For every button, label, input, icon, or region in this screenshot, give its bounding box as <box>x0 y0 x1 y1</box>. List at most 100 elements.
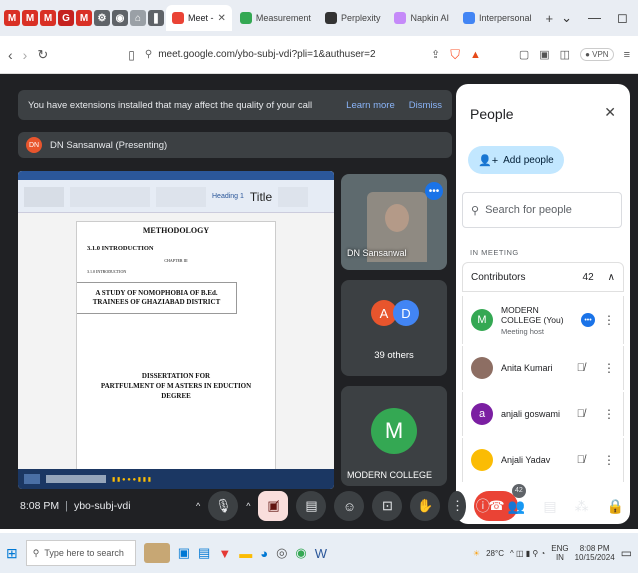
task-view-icon[interactable]: ▣ <box>178 545 190 561</box>
person-name: anjali goswami <box>501 409 561 419</box>
extensions-icon[interactable]: ▣ <box>539 48 549 61</box>
learn-more-link[interactable]: Learn more <box>346 100 395 111</box>
video-tile-dn[interactable]: ••• DN Sansanwal <box>341 174 447 270</box>
address-bar: ‹ › ↻ ▯ ⚲ meet.google.com/ybo-subj-vdi?p… <box>0 36 638 74</box>
word-icon[interactable]: W <box>315 546 327 561</box>
gmail-tab-icon[interactable]: M <box>4 10 20 26</box>
tab-napkin[interactable]: Napkin AI <box>388 5 455 31</box>
camera-options-icon[interactable]: ^ <box>246 501 250 511</box>
tab-icon[interactable]: ⌂ <box>130 10 146 26</box>
mic-off-icon: 🎙̸ <box>576 408 585 420</box>
raise-hand-button[interactable]: ✋ <box>410 491 441 521</box>
tab-icon[interactable]: ⚙ <box>94 10 110 26</box>
camera-button[interactable]: ▣̸ <box>258 491 289 521</box>
forward-icon[interactable]: › <box>23 47 28 63</box>
clock[interactable]: 8:08 PM 10/15/2024 <box>575 544 615 562</box>
doc-dissertation: DISSERTATION FOR <box>141 372 211 380</box>
back-icon[interactable]: ‹ <box>8 47 13 63</box>
new-tab-button[interactable]: + <box>540 5 560 31</box>
ribbon-font-group <box>70 186 150 207</box>
ribbon-paragraph-group <box>156 186 206 207</box>
more-options-button[interactable]: ⋮ <box>448 491 467 521</box>
gmail-tab-icon[interactable]: M <box>76 10 92 26</box>
minimize-icon[interactable]: — <box>588 10 601 26</box>
vpn-button[interactable]: ● VPN <box>580 48 614 61</box>
language-indicator[interactable]: ENG IN <box>551 544 568 562</box>
list-item[interactable]: a anjali goswami 🎙̸ ⋮ <box>462 392 624 436</box>
call-controls: ^ 🎙 ^ ▣̸ ▤ ☺ ⊡ ✋ ⋮ ☎ <box>196 491 519 521</box>
gmail-tab-icon[interactable]: M <box>40 10 56 26</box>
tab-interpersonal[interactable]: Interpersonal <box>457 5 538 31</box>
mic-off-icon: 🎙̸ <box>576 454 585 466</box>
windows-taskbar: ⊞ ⚲ Type here to search ▣ ▤ ▼ ▬ ◕ ◎ ◉ W … <box>0 533 638 573</box>
site-info-icon[interactable]: ⚲ <box>145 49 152 60</box>
sidebar-icon[interactable]: ▢ <box>519 48 529 61</box>
in-meeting-label: IN MEETING <box>470 248 519 257</box>
tab-measurement[interactable]: Measurement <box>234 5 317 31</box>
video-tile-others[interactable]: A D 39 others <box>341 280 447 376</box>
notifications-icon[interactable]: ▭ <box>621 546 632 560</box>
more-options-icon[interactable]: ⋮ <box>603 361 615 375</box>
maximize-icon[interactable]: ◻ <box>617 10 628 26</box>
side-controls: ⓘ 👥 42 ▤ ⁂ 🔒 <box>476 483 624 516</box>
edge-icon[interactable]: ◕ <box>260 546 268 561</box>
system-tray: ☀ 28°C ^ ◫ ▮ ⚲ ◔ ENG IN 8:08 PM 10/15/20… <box>473 544 632 562</box>
captions-icon: ▤ <box>305 498 318 513</box>
mic-options-icon[interactable]: ^ <box>196 501 200 511</box>
file-explorer-icon[interactable]: ▬ <box>239 546 252 561</box>
brave-taskbar-icon[interactable]: ▼ <box>218 546 231 561</box>
wallet-icon[interactable]: ◫ <box>560 48 570 61</box>
tab-icon[interactable]: ◉ <box>112 10 128 26</box>
doc-fulfilment: PARTFULMENT OF M ASTERS IN EDUCTION <box>100 382 252 390</box>
share-icon[interactable]: ⇪ <box>431 48 440 61</box>
close-icon[interactable]: ✕ <box>604 104 616 121</box>
people-button[interactable]: 👥 42 <box>508 483 526 515</box>
search-highlight-icon[interactable] <box>143 543 170 563</box>
brave-shield-icon[interactable]: ⛉ <box>450 47 460 63</box>
tab-site-icon <box>239 12 252 24</box>
windows-start-icon[interactable]: ⊞ <box>6 545 18 562</box>
captions-button[interactable]: ▤ <box>296 491 327 521</box>
gmail-tab-icon[interactable]: G <box>58 10 74 26</box>
menu-icon[interactable]: ≡ <box>624 49 630 61</box>
meet-tab-icon <box>172 12 184 24</box>
contributors-header[interactable]: Contributors 42 ∧ <box>462 262 624 292</box>
list-item[interactable]: Anjali Yadav 🎙̸ ⋮ <box>462 438 624 482</box>
more-options-icon[interactable]: ⋮ <box>603 407 615 421</box>
list-item[interactable]: M MODERN COLLEGE (You) Meeting host ••• … <box>462 296 624 344</box>
reload-icon[interactable]: ↻ <box>37 47 48 63</box>
more-options-icon[interactable]: ⋮ <box>603 313 615 327</box>
present-button[interactable]: ⊡ <box>372 491 403 521</box>
doc-section: 3.1.0 INTRODUCTION <box>87 245 154 252</box>
emoji-button[interactable]: ☺ <box>334 491 365 521</box>
url-field[interactable]: ⚲ meet.google.com/ybo-subj-vdi?pli=1&aut… <box>145 49 376 60</box>
add-people-button[interactable]: 👤+ Add people <box>468 146 564 174</box>
info-icon[interactable]: ⓘ <box>476 496 490 516</box>
more-options-icon[interactable]: ⋮ <box>603 453 615 467</box>
video-tile-self[interactable]: M MODERN COLLEGE <box>341 386 447 486</box>
app-icon[interactable]: ▤ <box>198 545 210 561</box>
dismiss-button[interactable]: Dismiss <box>409 100 442 111</box>
tray-icons[interactable]: ^ ◫ ▮ ⚲ ◔ <box>510 549 545 558</box>
list-item[interactable]: Anita Kumari 🎙̸ ⋮ <box>462 346 624 390</box>
close-tab-icon[interactable]: ✕ <box>218 13 226 24</box>
avatar: a <box>471 403 493 425</box>
tab-perplexity[interactable]: Perplexity <box>319 5 387 31</box>
weather-icon: ☀ <box>472 548 481 558</box>
chrome-icon[interactable]: ◉ <box>295 545 306 561</box>
avatar: M <box>471 309 493 331</box>
rewards-icon[interactable]: ▲ <box>470 49 481 61</box>
tab-search-icon[interactable]: ⌄ <box>561 10 572 26</box>
chat-icon[interactable]: ▤ <box>543 498 556 515</box>
search-people-input[interactable]: ⚲ Search for people <box>462 192 622 228</box>
activities-icon[interactable]: ⁂ <box>575 498 589 515</box>
taskbar-search-input[interactable]: ⚲ Type here to search <box>25 540 136 566</box>
gmail-tab-icon[interactable]: M <box>22 10 38 26</box>
mic-button[interactable]: 🎙 <box>208 491 239 521</box>
bookmark-icon[interactable]: ▯ <box>128 48 135 62</box>
host-controls-icon[interactable]: 🔒 <box>607 498 624 515</box>
tab-icon[interactable]: ❚ <box>148 10 164 26</box>
add-person-icon: 👤+ <box>478 154 499 167</box>
tab-meet[interactable]: Meet - ✕ <box>166 5 232 31</box>
app-icon[interactable]: ◎ <box>276 545 287 561</box>
